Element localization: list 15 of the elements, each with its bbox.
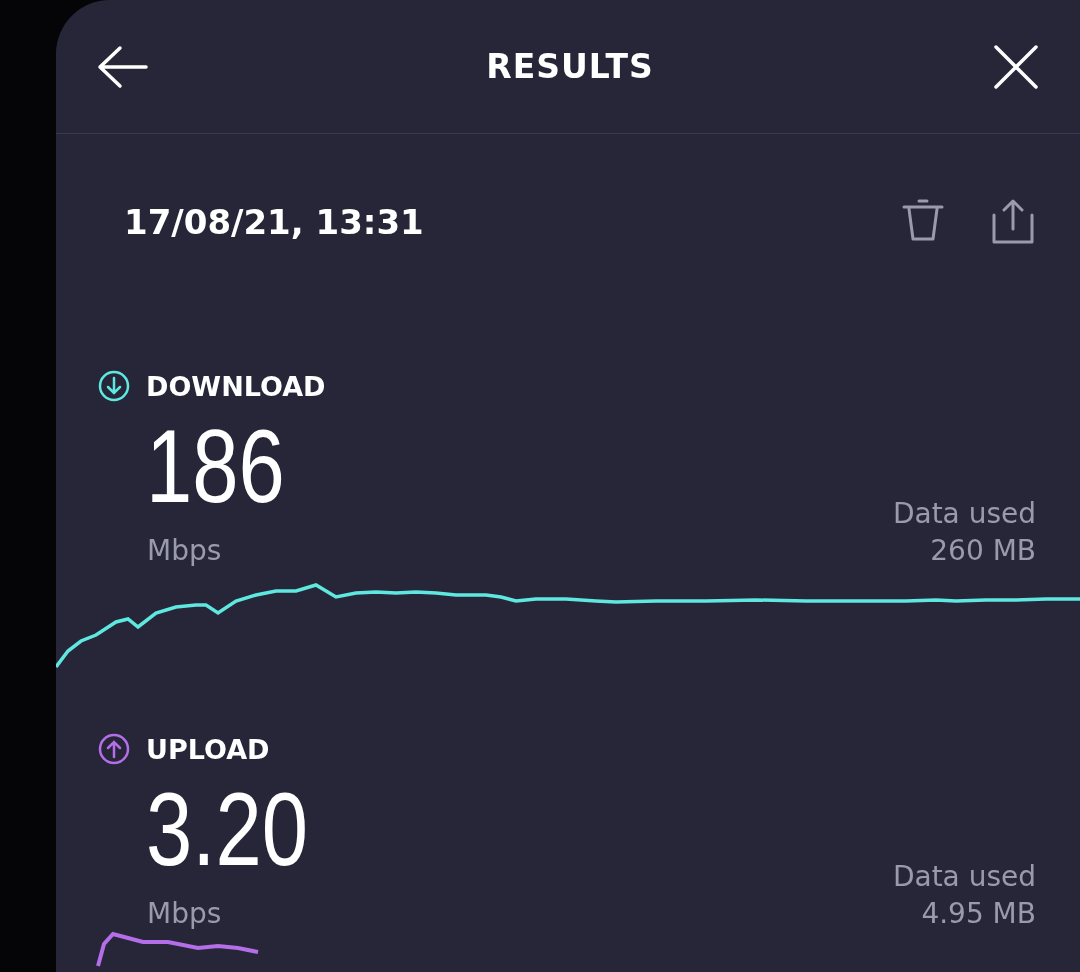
data-used-label: Data used	[892, 497, 1036, 530]
data-used-value: 260 MB	[930, 534, 1036, 567]
speed-value: 186	[146, 414, 286, 518]
speed-value: 3.20	[146, 777, 308, 881]
share-button[interactable]	[990, 199, 1036, 245]
speed-unit: Mbps	[147, 534, 223, 567]
metric-label: DOWNLOAD	[146, 370, 326, 402]
test-timestamp: 17/08/21, 13:31	[124, 202, 424, 242]
data-used-label: Data used	[892, 860, 1036, 893]
metric-label: UPLOAD	[146, 733, 270, 765]
back-button[interactable]	[96, 44, 148, 89]
screen-title: RESULTS	[486, 47, 654, 86]
speed-unit: Mbps	[147, 897, 223, 930]
close-button[interactable]	[992, 42, 1040, 91]
data-used-value: 4.95 MB	[921, 897, 1036, 930]
